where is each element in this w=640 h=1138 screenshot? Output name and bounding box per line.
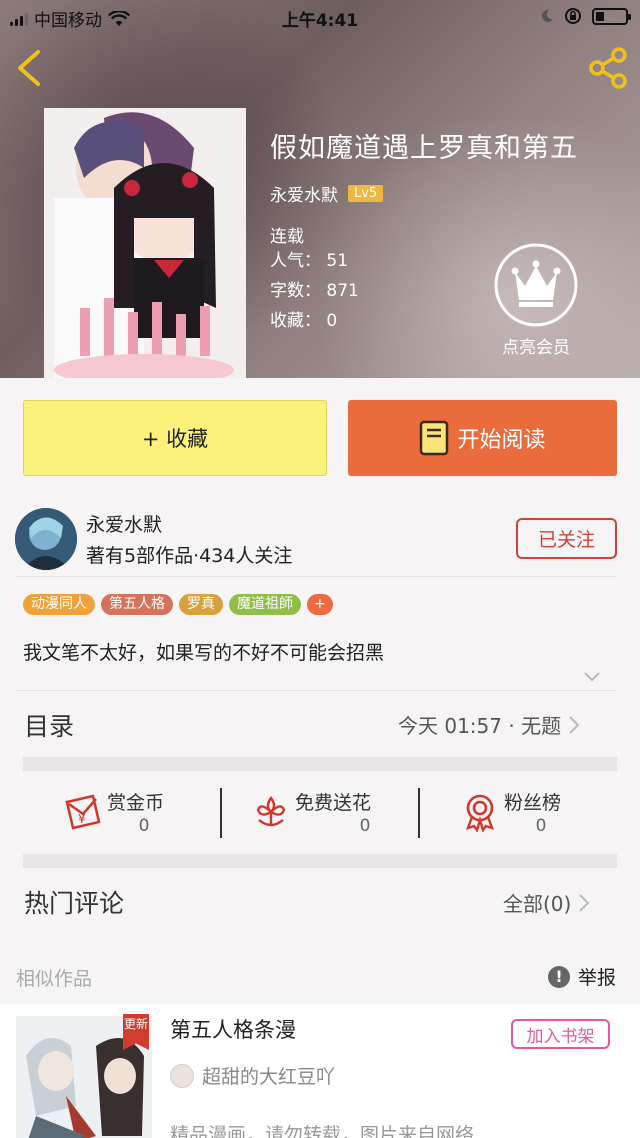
follow-button[interactable]: 已关注 [516,518,617,559]
tag-item[interactable]: 罗真 [179,594,223,615]
catalog-title[interactable]: 目录 [24,707,74,743]
red-envelope-icon: ¥ [65,794,101,830]
book-icon [420,420,449,456]
reward-count: 0 [359,816,371,836]
expand-description-button[interactable] [584,667,600,686]
book-author-row: 永爱水默 Lv5 [270,181,578,206]
warning-icon: ! [548,965,570,988]
reward-label: 粉丝榜 [504,792,562,814]
chevron-right-icon [579,893,590,912]
similar-author-name: 超甜的大红豆吖 [202,1066,336,1088]
similar-work-author: 超甜的大红豆吖 [170,1062,335,1089]
add-to-shelf-button[interactable]: 加入书架 [511,1019,610,1049]
share-button[interactable] [586,46,630,90]
fan-ranking-button[interactable]: 粉丝榜 0 [460,786,640,846]
divider [16,690,616,691]
crown-icon [494,243,578,327]
chevron-down-icon [584,672,600,682]
avatar-image [15,508,77,570]
chevron-left-icon [18,50,40,86]
all-comments-label: 全部(0) [503,892,572,916]
level-badge: Lv5 [348,185,384,202]
section-gap [23,757,617,771]
report-label: 举报 [578,967,617,989]
divider [418,788,420,838]
add-to-shelf-label: 加入书架 [526,1026,595,1047]
author-name[interactable]: 永爱水默 [86,510,162,537]
moon-icon [541,9,553,22]
catalog-latest[interactable]: 今天 01:57 · 无题 [398,710,580,739]
similar-works-label: 相似作品 [16,968,93,990]
reward-coins-button[interactable]: ¥ 赏金币 0 [63,786,243,846]
book-author[interactable]: 永爱水默 [270,181,338,206]
section-gap [23,854,617,868]
avatar [170,1063,194,1088]
status-icons [540,7,631,25]
vip-label: 点亮会员 [502,338,570,358]
send-flower-button[interactable]: 免费送花 0 [251,786,431,846]
divider [16,576,616,577]
tag-list: 动漫同人 第五人格 罗真 魔道祖師 + [23,594,333,615]
divider [220,788,222,838]
rotation-lock-icon [565,8,581,24]
vip-button[interactable] [493,242,579,328]
tag-item[interactable]: 第五人格 [101,594,173,615]
back-button[interactable] [10,46,50,90]
book-title: 假如魔道遇上罗真和第五 [270,133,578,164]
author-meta: 著有5部作品·434人关注 [86,545,293,567]
svg-text:¥: ¥ [78,812,86,826]
book-description: 我文笔不太好，如果写的不好不可能会招黑 [23,642,385,664]
book-cover[interactable] [44,108,246,378]
latest-chapter: 今天 01:57 · 无题 [398,714,562,738]
report-button[interactable]: ! 举报 [548,963,616,990]
reward-label: 赏金币 [107,792,165,814]
share-icon [589,47,627,89]
start-reading-button[interactable]: 开始阅读 [348,400,617,476]
battery-icon [592,7,631,25]
flower-icon [256,795,286,827]
tag-item[interactable]: 动漫同人 [23,594,95,615]
add-tag-button[interactable]: + [307,594,333,615]
hot-comments-title: 热门评论 [24,889,125,918]
similar-work-description: 精品漫画，请勿转载，图片来自网络 [170,1124,475,1138]
medal-icon [466,794,494,832]
cover-illustration [44,108,246,378]
all-comments-link[interactable]: 全部(0) [503,888,590,917]
reward-label: 免费送花 [295,792,372,814]
status-bar: 中国移动 上午4:41 [0,0,640,34]
start-reading-label: 开始阅读 [457,428,546,453]
reward-count: 0 [535,816,547,836]
tag-item[interactable]: 魔道祖師 [229,594,301,615]
chevron-right-icon [569,715,580,734]
serial-status: 连载 [270,227,304,247]
collect-button[interactable]: + 收藏 [23,400,327,476]
follow-label: 已关注 [537,529,595,551]
similar-work-title[interactable]: 第五人格条漫 [170,1014,296,1044]
rewards-bar: ¥ 赏金币 0 免费送花 0 粉丝榜 0 [23,772,617,854]
collect-label: + 收藏 [141,427,209,451]
avatar[interactable] [15,508,77,570]
reward-count: 0 [138,816,150,836]
